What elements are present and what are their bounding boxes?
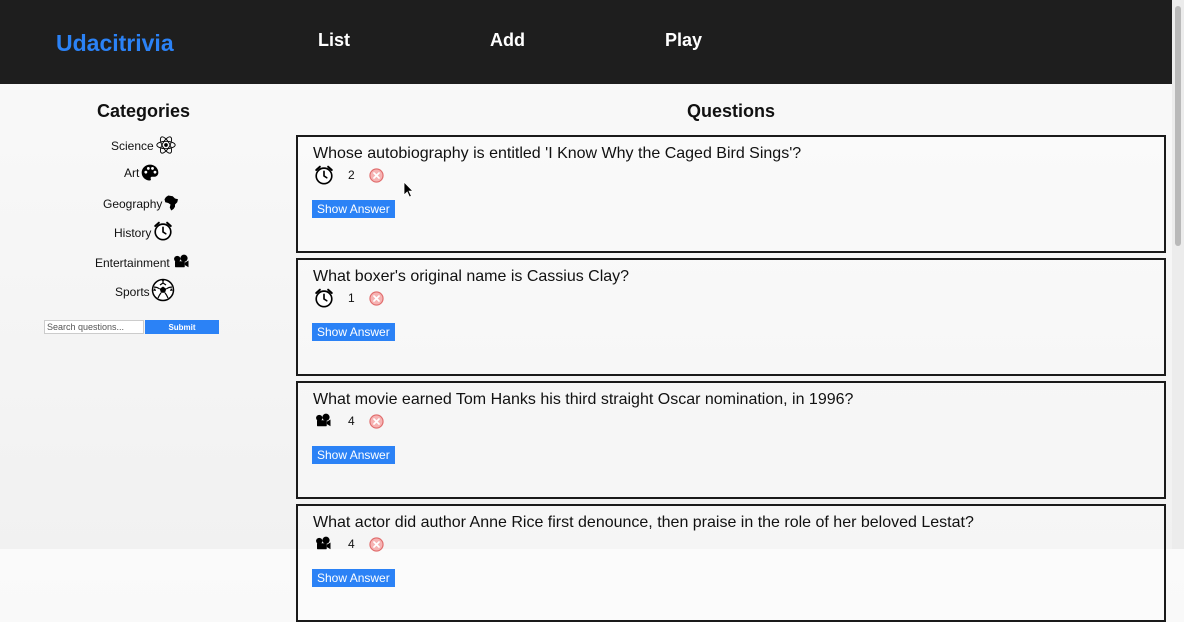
category-label: Geography <box>103 197 163 211</box>
question-card: Whose autobiography is entitled 'I Know … <box>296 135 1166 253</box>
show-answer-button[interactable]: Show Answer <box>312 446 395 464</box>
delete-icon[interactable] <box>369 291 384 306</box>
nav-add-link[interactable]: Add <box>490 30 525 51</box>
alarm-clock-icon <box>313 287 335 309</box>
difficulty-value: 1 <box>348 291 355 305</box>
category-label: History <box>114 226 152 240</box>
delete-icon[interactable] <box>369 537 384 552</box>
category-label: Entertainment <box>95 256 170 270</box>
category-entertainment[interactable]: Entertainment <box>95 253 191 271</box>
questions-heading: Questions <box>687 101 776 121</box>
question-text: What movie earned Tom Hanks his third st… <box>313 391 854 408</box>
difficulty-value: 2 <box>348 168 355 182</box>
category-science[interactable]: Science <box>111 134 177 156</box>
mouse-cursor-icon <box>403 181 414 198</box>
film-camera-icon <box>171 253 191 271</box>
category-label: Sports <box>115 285 150 299</box>
category-art[interactable]: Art <box>124 163 160 183</box>
category-history[interactable]: History <box>114 220 174 242</box>
soccer-ball-icon <box>151 278 174 302</box>
delete-icon[interactable] <box>369 168 384 183</box>
show-answer-button[interactable]: Show Answer <box>312 323 395 341</box>
film-camera-icon <box>313 412 333 430</box>
question-text: What boxer's original name is Cassius Cl… <box>313 268 630 285</box>
alarm-clock-icon <box>313 164 335 186</box>
brand-logo[interactable]: Udacitrivia <box>56 30 174 57</box>
alarm-clock-icon <box>152 220 174 242</box>
nav-list-link[interactable]: List <box>318 30 350 51</box>
category-sports[interactable]: Sports <box>115 278 175 302</box>
question-text: What actor did author Anne Rice first de… <box>313 514 974 531</box>
category-label: Science <box>111 139 154 153</box>
palette-icon <box>142 164 159 181</box>
delete-icon[interactable] <box>369 414 384 429</box>
search-input[interactable] <box>44 320 144 334</box>
scrollbar-thumb[interactable] <box>1175 6 1181 246</box>
categories-heading: Categories <box>97 101 191 121</box>
show-answer-button[interactable]: Show Answer <box>312 200 395 218</box>
category-geography[interactable]: Geography <box>103 193 181 213</box>
category-label: Art <box>124 166 140 180</box>
africa-map-icon <box>164 195 179 211</box>
atom-icon <box>156 136 176 154</box>
difficulty-value: 4 <box>348 414 355 428</box>
top-nav-bar: Udacitrivia List Add Play <box>0 0 1172 84</box>
film-camera-icon <box>313 535 333 553</box>
show-answer-button[interactable]: Show Answer <box>312 569 395 587</box>
question-card: What boxer's original name is Cassius Cl… <box>296 258 1166 376</box>
question-card: What actor did author Anne Rice first de… <box>296 504 1166 622</box>
nav-play-link[interactable]: Play <box>665 30 702 51</box>
question-card: What movie earned Tom Hanks his third st… <box>296 381 1166 499</box>
question-text: Whose autobiography is entitled 'I Know … <box>313 145 802 162</box>
submit-button[interactable]: Submit <box>145 320 219 334</box>
